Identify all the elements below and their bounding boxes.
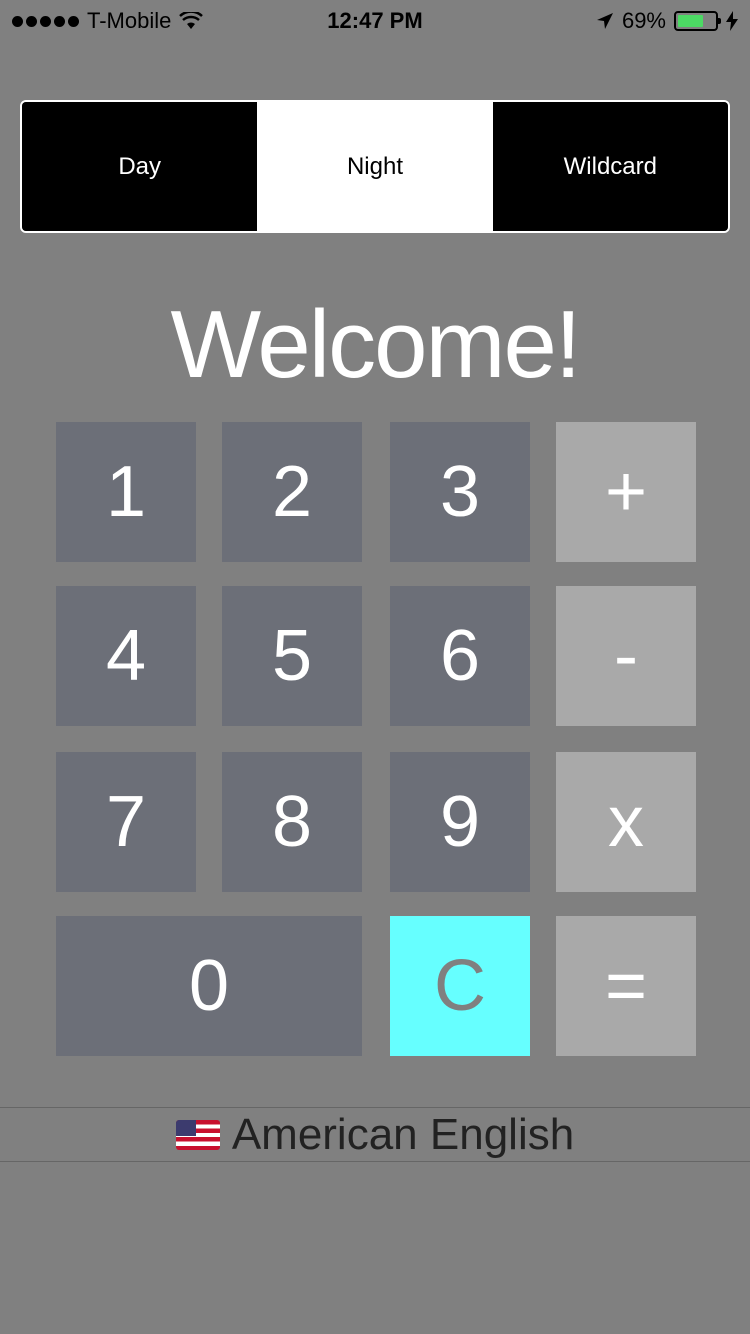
charging-bolt-icon <box>726 11 738 31</box>
key-8[interactable]: 8 <box>222 752 362 892</box>
key-7[interactable]: 7 <box>56 752 196 892</box>
key-equals[interactable]: = <box>556 916 696 1056</box>
language-selector[interactable]: American English <box>0 1107 750 1162</box>
key-plus[interactable]: + <box>556 422 696 562</box>
welcome-title: Welcome! <box>170 291 581 398</box>
key-clear[interactable]: C <box>390 916 530 1056</box>
key-3[interactable]: 3 <box>390 422 530 562</box>
battery-icon <box>674 11 721 31</box>
us-flag-icon <box>175 1119 220 1150</box>
key-2[interactable]: 2 <box>222 422 362 562</box>
language-label: American English <box>231 1109 575 1159</box>
segment-wildcard[interactable]: Wildcard <box>492 102 728 231</box>
key-9[interactable]: 9 <box>390 752 530 892</box>
location-arrow-icon <box>596 13 613 29</box>
key-0[interactable]: 0 <box>56 916 362 1056</box>
status-right: 69% <box>596 8 738 34</box>
battery-percent: 69% <box>621 8 666 33</box>
mode-segmented-control: Day Night Wildcard <box>20 100 730 233</box>
key-1[interactable]: 1 <box>56 422 196 562</box>
key-4[interactable]: 4 <box>56 586 196 726</box>
key-6[interactable]: 6 <box>390 586 530 726</box>
key-multiply[interactable]: x <box>556 752 696 892</box>
key-5[interactable]: 5 <box>222 586 362 726</box>
segment-day[interactable]: Day <box>22 102 258 231</box>
key-minus[interactable]: - <box>556 586 696 726</box>
status-bar: T-Mobile 12:47 PM 69% <box>0 0 750 40</box>
segment-night[interactable]: Night <box>257 102 493 231</box>
